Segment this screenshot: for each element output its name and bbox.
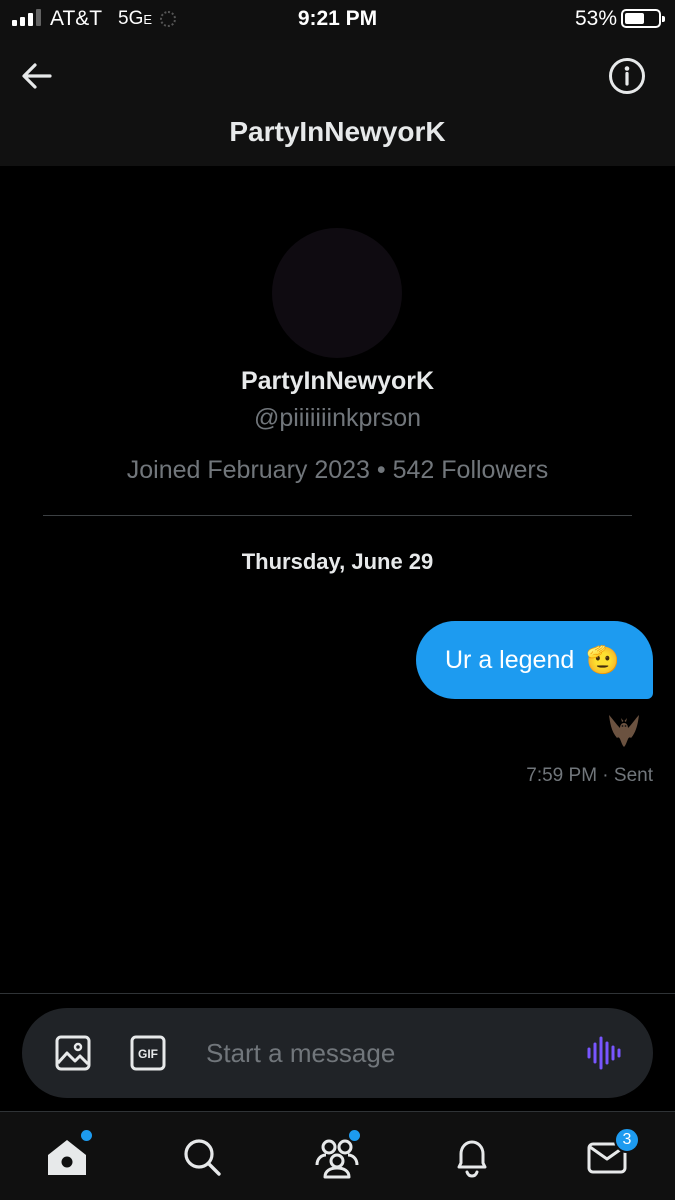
battery-icon [621, 9, 665, 28]
bell-icon [457, 1140, 487, 1178]
profile-name[interactable]: PartyInNewyorK [0, 367, 675, 396]
profile-join-and-followers: Joined February 2023 • 542 Followers [126, 456, 549, 484]
tab-notifications[interactable] [449, 1134, 495, 1180]
conversation-info-button[interactable] [607, 56, 647, 96]
image-icon [55, 1035, 91, 1071]
message-timestamp-status: 7:59 PM · Sent [526, 765, 653, 786]
gif-label: GIF [138, 1047, 158, 1061]
message-composer: GIF [22, 1008, 653, 1098]
back-button[interactable] [16, 56, 58, 98]
messages-unread-badge: 3 [614, 1127, 640, 1153]
bat-reaction-icon[interactable] [607, 713, 641, 749]
voice-message-button[interactable] [585, 1034, 623, 1072]
add-gif-button[interactable]: GIF [130, 1035, 166, 1071]
status-bar: AT&T 5GE 9:21 PM 53% [0, 0, 675, 40]
tab-search[interactable] [179, 1134, 225, 1180]
add-image-button[interactable] [54, 1034, 92, 1072]
tab-communities[interactable] [314, 1130, 360, 1180]
message-input[interactable] [206, 1036, 566, 1070]
battery-fill [625, 13, 644, 24]
arrow-left-icon [22, 63, 52, 89]
tab-home[interactable] [44, 1130, 92, 1180]
battery-percentage: 53% [574, 7, 617, 30]
home-unread-dot [81, 1130, 92, 1141]
conversation-header: PartyInNewyorK [0, 40, 675, 166]
voice-waveform-icon [587, 1036, 621, 1070]
profile-avatar[interactable] [272, 228, 402, 358]
info-icon [609, 58, 645, 94]
profile-handle: @piiiiiiinkprson [253, 404, 422, 432]
message-text: Ur a legend [445, 645, 575, 674]
home-icon [48, 1140, 86, 1175]
bottom-tab-bar: 3 [0, 1111, 675, 1200]
profile-divider [43, 515, 632, 516]
search-icon [184, 1139, 221, 1176]
saluting-face-emoji: 🫡 [586, 645, 620, 675]
bat-icon [609, 715, 639, 747]
conversation-title: PartyInNewyorK [229, 116, 446, 147]
sent-message-bubble[interactable]: Ur a legend 🫡 [416, 621, 653, 699]
status-time: 9:21 PM [297, 7, 378, 30]
gif-icon: GIF [130, 1035, 166, 1071]
date-separator: Thursday, June 29 [241, 549, 434, 574]
composer-area: GIF [0, 993, 675, 1111]
communities-unread-dot [349, 1130, 360, 1141]
tab-messages[interactable]: 3 [584, 1127, 640, 1180]
